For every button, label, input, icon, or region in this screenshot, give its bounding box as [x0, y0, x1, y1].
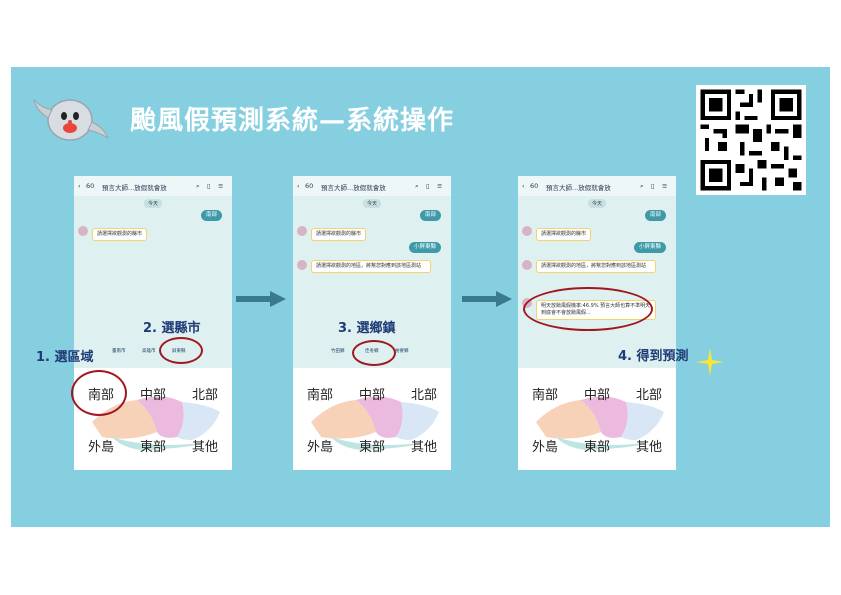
chat-area: ‹ 60 預言大師...放假就會放 ⌕ ▯ ≡ 今天 南部 請選擇欲觀測的縣市 …: [518, 176, 676, 368]
back-count: 60: [305, 182, 314, 190]
right-arrow-icon: [462, 291, 512, 307]
avatar: [522, 226, 532, 236]
date-badge: 今天: [363, 199, 382, 208]
back-icon[interactable]: ‹: [522, 182, 525, 190]
chat-title: 預言大師...放假就會放: [321, 184, 386, 192]
quick-reply-2[interactable]: 高雄市: [142, 348, 156, 354]
region-menu: 南部 中部 北部 外島 東部 其他: [293, 368, 451, 470]
back-count: 60: [530, 182, 539, 190]
region-central[interactable]: 中部: [140, 384, 166, 403]
region-islands[interactable]: 外島: [88, 436, 114, 455]
region-central[interactable]: 中部: [584, 384, 610, 403]
chat-area: ‹ 60 預言大師...放假就會放 ⌕ ▯ ≡ 今天 南部 請選擇欲觀測的縣市 …: [74, 176, 232, 368]
date-badge: 今天: [144, 199, 163, 208]
chat-title: 預言大師...放假就會放: [546, 184, 611, 192]
highlight-ring-city: [159, 337, 203, 364]
avatar: [297, 226, 307, 236]
back-icon[interactable]: ‹: [297, 182, 300, 190]
note-icon[interactable]: ▯: [426, 182, 430, 190]
back-icon[interactable]: ‹: [78, 182, 81, 190]
step-2-label: 2. 選縣市: [143, 321, 201, 336]
region-central[interactable]: 中部: [359, 384, 385, 403]
search-icon[interactable]: ⌕: [415, 182, 419, 191]
chat-topbar: ‹ 60 預言大師...放假就會放 ⌕ ▯ ≡: [518, 176, 676, 196]
quick-reply-1[interactable]: 臺南市: [112, 348, 126, 354]
region-south[interactable]: 南部: [307, 384, 333, 403]
avatar: [297, 260, 307, 270]
region-other[interactable]: 其他: [192, 436, 218, 455]
chat-topbar: ‹ 60 預言大師...放假就會放 ⌕ ▯ ≡: [74, 176, 232, 196]
region-east[interactable]: 東部: [359, 436, 385, 455]
page-title: 颱風假預測系統—系統操作: [130, 106, 455, 136]
region-north[interactable]: 北部: [411, 384, 437, 403]
search-icon[interactable]: ⌕: [640, 182, 644, 191]
region-islands[interactable]: 外島: [532, 436, 558, 455]
reply-bubble: 南部: [644, 210, 666, 221]
back-count: 60: [86, 182, 95, 190]
quick-reply-1[interactable]: 竹田鄉: [331, 348, 345, 354]
highlight-ring-result: [523, 287, 653, 331]
step-4-label: 4. 得到預測: [618, 349, 689, 364]
typhoon-mascot-icon: [33, 98, 110, 141]
prompt-bubble: 請選擇欲觀測的縣市: [92, 228, 148, 241]
step-3-label: 3. 選鄉鎮: [338, 321, 396, 336]
chat-topbar: ‹ 60 預言大師...放假就會放 ⌕ ▯ ≡: [293, 176, 451, 196]
region-south[interactable]: 南部: [532, 384, 558, 403]
reply-bubble: 南部: [200, 210, 222, 221]
sparkle-icon: [696, 348, 724, 376]
note-icon[interactable]: ▯: [651, 182, 655, 190]
date-badge: 今天: [588, 199, 607, 208]
reply-bubble: 小屏東縣: [633, 242, 666, 253]
note-icon[interactable]: ▯: [207, 182, 211, 190]
region-menu: 南部 中部 北部 外島 東部 其他: [518, 368, 676, 470]
region-islands[interactable]: 外島: [307, 436, 333, 455]
prompt-bubble: 請選擇欲觀測的地區，將幫您對應到該地區測站: [536, 260, 656, 273]
region-north[interactable]: 北部: [636, 384, 662, 403]
highlight-ring-region: [71, 370, 127, 416]
avatar: [78, 226, 88, 236]
step-1-label: 1. 選區域: [36, 350, 94, 365]
region-other[interactable]: 其他: [636, 436, 662, 455]
quick-reply-3[interactable]: 枋寮鄉: [395, 348, 409, 354]
region-east[interactable]: 東部: [584, 436, 610, 455]
chat-title: 預言大師...放假就會放: [102, 184, 167, 192]
prompt-bubble: 請選擇欲觀測的縣市: [536, 228, 592, 241]
prompt-bubble: 請選擇欲觀測的地區，將幫您對應到該地區測站: [311, 260, 431, 273]
avatar: [522, 260, 532, 270]
prompt-bubble: 請選擇欲觀測的縣市: [311, 228, 367, 241]
region-north[interactable]: 北部: [192, 384, 218, 403]
menu-icon[interactable]: ≡: [662, 182, 667, 190]
reply-bubble: 南部: [419, 210, 441, 221]
menu-icon[interactable]: ≡: [218, 182, 223, 190]
region-other[interactable]: 其他: [411, 436, 437, 455]
qr-code-icon: [696, 85, 806, 195]
search-icon[interactable]: ⌕: [196, 182, 200, 191]
reply-bubble: 小屏東縣: [408, 242, 441, 253]
highlight-ring-town: [352, 340, 396, 366]
menu-icon[interactable]: ≡: [437, 182, 442, 190]
right-arrow-icon: [236, 291, 286, 307]
region-east[interactable]: 東部: [140, 436, 166, 455]
